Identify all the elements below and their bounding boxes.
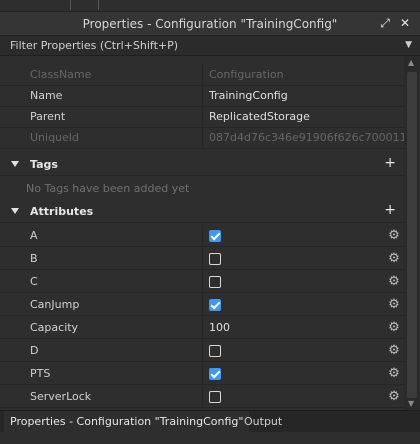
top-strip (0, 0, 420, 12)
attribute-value[interactable]: 100 (209, 317, 230, 339)
section-title: Attributes (30, 205, 94, 218)
gear-icon[interactable]: ⚙ (387, 344, 401, 358)
column-divider (202, 106, 203, 128)
column-divider (202, 294, 203, 316)
section-title: Tags (30, 158, 58, 171)
column-divider (202, 248, 203, 270)
attribute-name: ServerLock (30, 390, 92, 403)
attribute-row[interactable]: Capacity 100 ⚙ (0, 317, 404, 339)
scroll-down-icon[interactable]: ▼ (408, 399, 414, 408)
tab-output[interactable]: Output (238, 411, 288, 433)
filter-placeholder: Filter Properties (Ctrl+Shift+P) (10, 39, 179, 52)
tab-properties[interactable]: Properties - Configuration "TrainingConf… (4, 411, 250, 433)
property-value[interactable]: 087d4d76c346e91906f626c700011444 (209, 127, 404, 149)
attribute-row[interactable]: ServerLock ⚙ (0, 386, 404, 408)
gear-icon[interactable]: ⚙ (387, 321, 401, 335)
attribute-checkbox[interactable] (209, 391, 221, 403)
property-row[interactable]: Name TrainingConfig (0, 85, 404, 107)
column-divider (202, 317, 203, 339)
attribute-name: CanJump (30, 298, 80, 311)
attribute-row[interactable]: PTS ⚙ (0, 363, 404, 385)
window-titlebar: Properties - Configuration "TrainingConf… (0, 12, 420, 36)
gear-icon[interactable]: ⚙ (387, 367, 401, 381)
collapse-triangle-icon[interactable] (11, 161, 19, 167)
tab-bar: Properties - Configuration "TrainingConf… (0, 410, 420, 433)
attribute-name: Capacity (30, 321, 79, 334)
scrollbar[interactable]: ▲ ▼ (404, 56, 420, 410)
column-divider (202, 386, 203, 408)
attribute-checkbox[interactable] (209, 253, 221, 265)
column-divider (202, 271, 203, 293)
gear-icon[interactable]: ⚙ (387, 390, 401, 404)
window-title: Properties - Configuration "TrainingConf… (82, 16, 338, 31)
collapse-triangle-icon[interactable] (11, 208, 19, 214)
attribute-name: PTS (30, 367, 51, 380)
scroll-up-icon[interactable]: ▲ (408, 58, 414, 67)
property-row[interactable]: Parent ReplicatedStorage (0, 106, 404, 128)
section-attributes[interactable]: Attributes + (0, 200, 404, 223)
divider (70, 0, 71, 10)
attribute-row[interactable]: D ⚙ (0, 340, 404, 362)
attribute-checkbox[interactable] (209, 230, 221, 242)
attribute-checkbox[interactable] (209, 345, 221, 357)
section-tags[interactable]: Tags + (0, 153, 404, 176)
property-name: UniqueId (30, 131, 80, 144)
property-name: Parent (30, 110, 66, 123)
column-divider (202, 340, 203, 362)
attribute-row[interactable]: CanJump ⚙ (0, 294, 404, 316)
attribute-checkbox[interactable] (209, 368, 221, 380)
property-row[interactable]: UniqueId 087d4d76c346e91906f626c700011444 (0, 127, 404, 149)
attribute-checkbox[interactable] (209, 299, 221, 311)
chevron-down-icon[interactable]: ▼ (405, 40, 412, 50)
property-row[interactable]: ClassName Configuration (0, 64, 404, 86)
gear-icon[interactable]: ⚙ (387, 252, 401, 266)
property-name: ClassName (30, 68, 92, 81)
tags-empty-text: No Tags have been added yet (26, 182, 190, 195)
close-icon[interactable]: ✕ (398, 16, 412, 30)
plus-icon[interactable]: + (384, 155, 396, 171)
attribute-row[interactable]: C ⚙ (0, 271, 404, 293)
property-value[interactable]: TrainingConfig (209, 85, 288, 107)
column-divider (202, 363, 203, 385)
gear-icon[interactable]: ⚙ (387, 275, 401, 289)
attribute-name: D (30, 344, 39, 357)
column-divider (202, 64, 203, 86)
properties-panel: ClassName Configuration Name TrainingConfig… (0, 56, 404, 410)
divider (98, 0, 99, 10)
footer-strip (0, 432, 420, 444)
attribute-row[interactable]: B ⚙ (0, 248, 404, 270)
column-divider (202, 127, 203, 149)
attribute-checkbox[interactable] (209, 276, 221, 288)
attribute-name: C (30, 275, 38, 288)
scrollbar-thumb[interactable] (407, 72, 417, 398)
filter-properties-input[interactable]: Filter Properties (Ctrl+Shift+P) ▼ (0, 36, 420, 56)
property-value[interactable]: ReplicatedStorage (209, 106, 310, 128)
property-value[interactable]: Configuration (209, 64, 284, 86)
gear-icon[interactable]: ⚙ (387, 298, 401, 312)
gear-icon[interactable]: ⚙ (387, 229, 401, 243)
column-divider (202, 225, 203, 247)
attribute-row[interactable]: A ⚙ (0, 225, 404, 247)
property-name: Name (30, 89, 63, 102)
attribute-name: B (30, 252, 38, 265)
attribute-name: A (30, 229, 38, 242)
column-divider (202, 85, 203, 107)
plus-icon[interactable]: + (384, 202, 396, 218)
pin-icon[interactable]: ⤢ (378, 16, 392, 30)
